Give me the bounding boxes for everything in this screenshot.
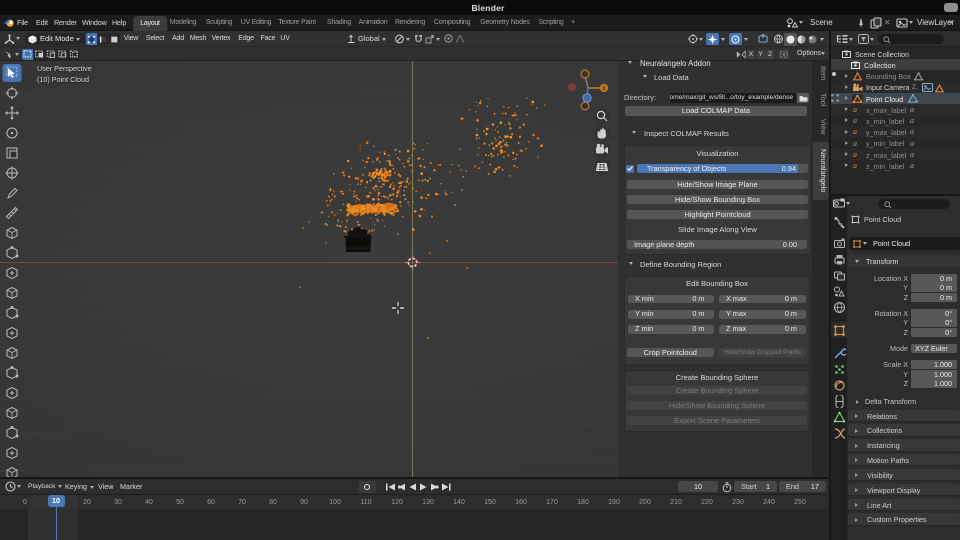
svg-text:X: X [602, 86, 607, 93]
